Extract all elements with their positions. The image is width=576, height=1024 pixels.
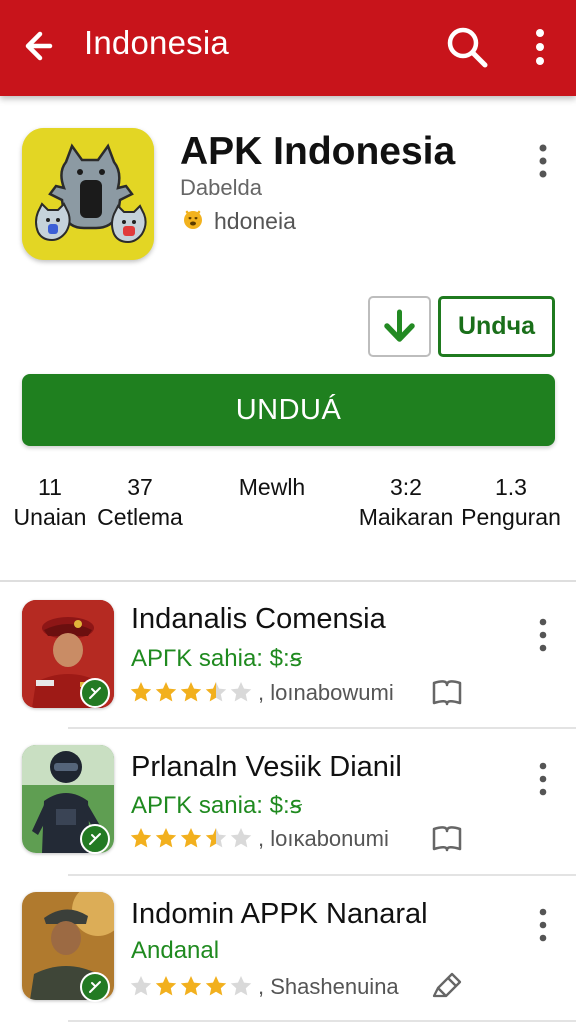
- item-meta: , Shashenuina: [258, 974, 399, 999]
- verified-badge-icon: [80, 824, 110, 854]
- stat-value: 3:2: [390, 474, 422, 500]
- item-title: Indanalis Comensia: [131, 603, 386, 635]
- row-divider: [68, 727, 576, 729]
- edit-pencil-icon[interactable]: [430, 970, 464, 1000]
- item-more-icon[interactable]: [530, 906, 556, 946]
- stat-value: 11: [38, 474, 62, 500]
- app-icon: [22, 128, 154, 260]
- item-subtitle: APΓK sania: $:ꞩ: [131, 792, 303, 819]
- app-category: hdoneia: [180, 205, 296, 237]
- star-icon: [130, 682, 152, 702]
- star-icon: [180, 828, 202, 848]
- star-icon: [155, 976, 177, 996]
- star-empty-icon: [230, 682, 252, 702]
- rating-stars: [129, 680, 253, 704]
- star-icon: [205, 976, 227, 996]
- stat-1: 11 Unaian: [10, 474, 90, 531]
- item-meta: , loınabowumi: [258, 680, 394, 705]
- item-subtitle: Andanal: [131, 937, 220, 964]
- item-title: Indomin APPK Nanaral: [131, 898, 428, 930]
- app-more-icon[interactable]: [528, 140, 558, 182]
- page-title: Indonesia: [84, 24, 229, 61]
- star-empty-icon: [230, 976, 252, 996]
- star-empty-icon: [130, 976, 152, 996]
- item-more-icon[interactable]: [530, 760, 556, 800]
- star-icon: [155, 828, 177, 848]
- download-arrow-button[interactable]: [368, 296, 431, 357]
- verified-badge-icon: [80, 678, 110, 708]
- secondary-download-button[interactable]: Undчa: [438, 296, 555, 357]
- stat-2: 37 Cetlema: [92, 474, 188, 531]
- stat-label: Maikaran: [358, 504, 454, 530]
- bookmark-icon[interactable]: [430, 824, 464, 854]
- stat-value: 1.3: [495, 474, 527, 500]
- download-arrow-icon: [384, 309, 415, 342]
- row-divider: [68, 1020, 576, 1022]
- stat-label: Unaian: [13, 504, 87, 530]
- star-icon: [180, 976, 202, 996]
- item-meta: , loıĸabonumi: [258, 826, 389, 851]
- stat-5: 1.3 Penguran: [458, 474, 564, 531]
- star-empty-icon: [230, 828, 252, 848]
- item-subtitle: APΓK sahia: $:ꞩ: [131, 645, 303, 672]
- star-icon: [155, 682, 177, 702]
- verified-badge-icon: [80, 972, 110, 1002]
- app-developer[interactable]: Dabelda: [180, 175, 262, 201]
- more-vertical-icon[interactable]: [525, 24, 555, 70]
- item-title: Prlanaln Vesiik Dianil: [131, 751, 402, 783]
- item-more-icon[interactable]: [530, 616, 556, 656]
- section-divider: [0, 580, 576, 582]
- rating-stars: [129, 974, 253, 998]
- stat-value: Mewlh: [238, 474, 306, 500]
- stat-label: Penguran: [461, 504, 561, 530]
- stat-4: 3:2 Maikaran: [356, 474, 456, 531]
- arrow-left-icon[interactable]: [20, 24, 64, 68]
- star-half-icon: [205, 828, 227, 848]
- star-half-icon: [205, 682, 227, 702]
- star-icon: [130, 828, 152, 848]
- search-icon[interactable]: [442, 22, 492, 72]
- stat-3: Mewlh: [220, 474, 324, 504]
- stat-label: Cetlema: [97, 504, 183, 530]
- rating-stars: [129, 826, 253, 850]
- app-bar: Indonesia: [0, 0, 576, 96]
- app-name: APK Indonesia: [180, 130, 456, 173]
- row-divider: [68, 874, 576, 876]
- category-label: hdoneia: [214, 207, 296, 234]
- bookmark-icon[interactable]: [430, 678, 464, 708]
- star-icon: [180, 682, 202, 702]
- stat-value: 37: [127, 474, 153, 500]
- primary-download-button[interactable]: UNDUÁ: [22, 374, 555, 446]
- category-emoji-icon: [180, 205, 206, 237]
